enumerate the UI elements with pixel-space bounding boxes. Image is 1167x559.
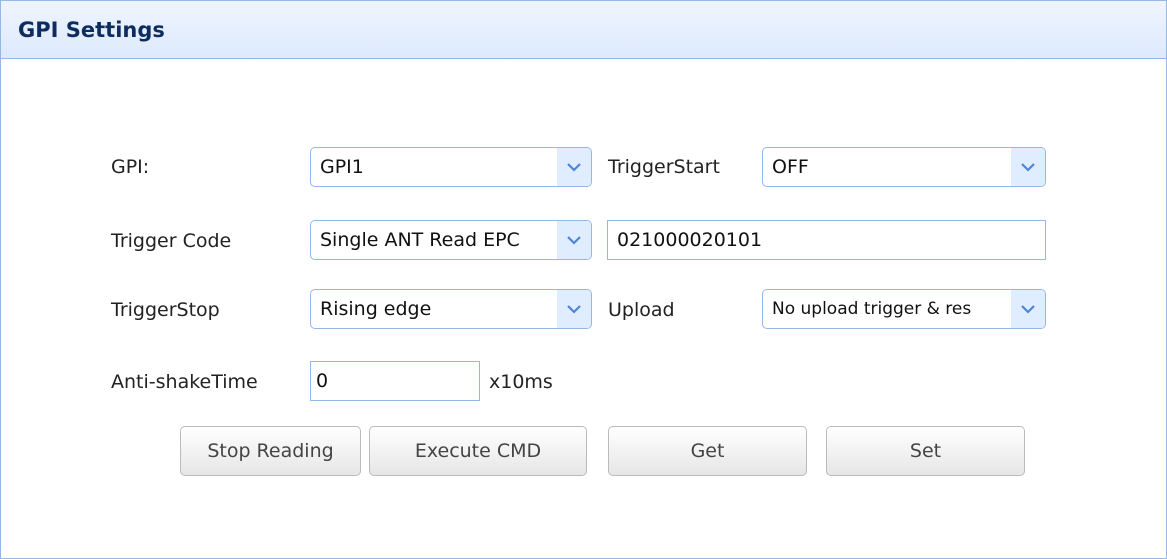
chevron-down-icon[interactable]: [1011, 148, 1045, 186]
trigger-code-select[interactable]: Single ANT Read EPC: [310, 220, 592, 260]
execute-cmd-button[interactable]: Execute CMD: [369, 426, 587, 476]
trigger-code-input[interactable]: 021000020101: [607, 220, 1046, 260]
trigger-start-label: TriggerStart: [608, 156, 720, 178]
stop-reading-button[interactable]: Stop Reading: [180, 426, 361, 476]
gpi-label: GPI:: [111, 156, 150, 178]
anti-shake-label: Anti-shakeTime: [111, 371, 258, 393]
trigger-start-select[interactable]: OFF: [762, 147, 1046, 187]
anti-shake-input[interactable]: 0: [310, 361, 480, 401]
get-button[interactable]: Get: [608, 426, 807, 476]
gpi-select[interactable]: GPI1: [310, 147, 592, 187]
chevron-down-icon[interactable]: [557, 221, 591, 259]
panel-header: GPI Settings: [1, 1, 1166, 59]
upload-label: Upload: [608, 299, 675, 321]
upload-select-value: No upload trigger & res: [772, 299, 972, 319]
chevron-down-icon[interactable]: [1011, 290, 1045, 328]
trigger-code-label: Trigger Code: [111, 230, 232, 252]
trigger-start-select-value: OFF: [772, 156, 809, 178]
upload-select[interactable]: No upload trigger & res: [762, 289, 1046, 329]
chevron-down-icon[interactable]: [557, 290, 591, 328]
gpi-select-value: GPI1: [320, 156, 364, 178]
trigger-stop-label: TriggerStop: [111, 299, 220, 321]
chevron-down-icon[interactable]: [557, 148, 591, 186]
panel-title: GPI Settings: [18, 17, 165, 42]
anti-shake-unit: x10ms: [489, 371, 553, 393]
set-button[interactable]: Set: [826, 426, 1025, 476]
trigger-stop-select-value: Rising edge: [320, 298, 432, 320]
trigger-stop-select[interactable]: Rising edge: [310, 289, 592, 329]
trigger-code-select-value: Single ANT Read EPC: [320, 229, 520, 251]
